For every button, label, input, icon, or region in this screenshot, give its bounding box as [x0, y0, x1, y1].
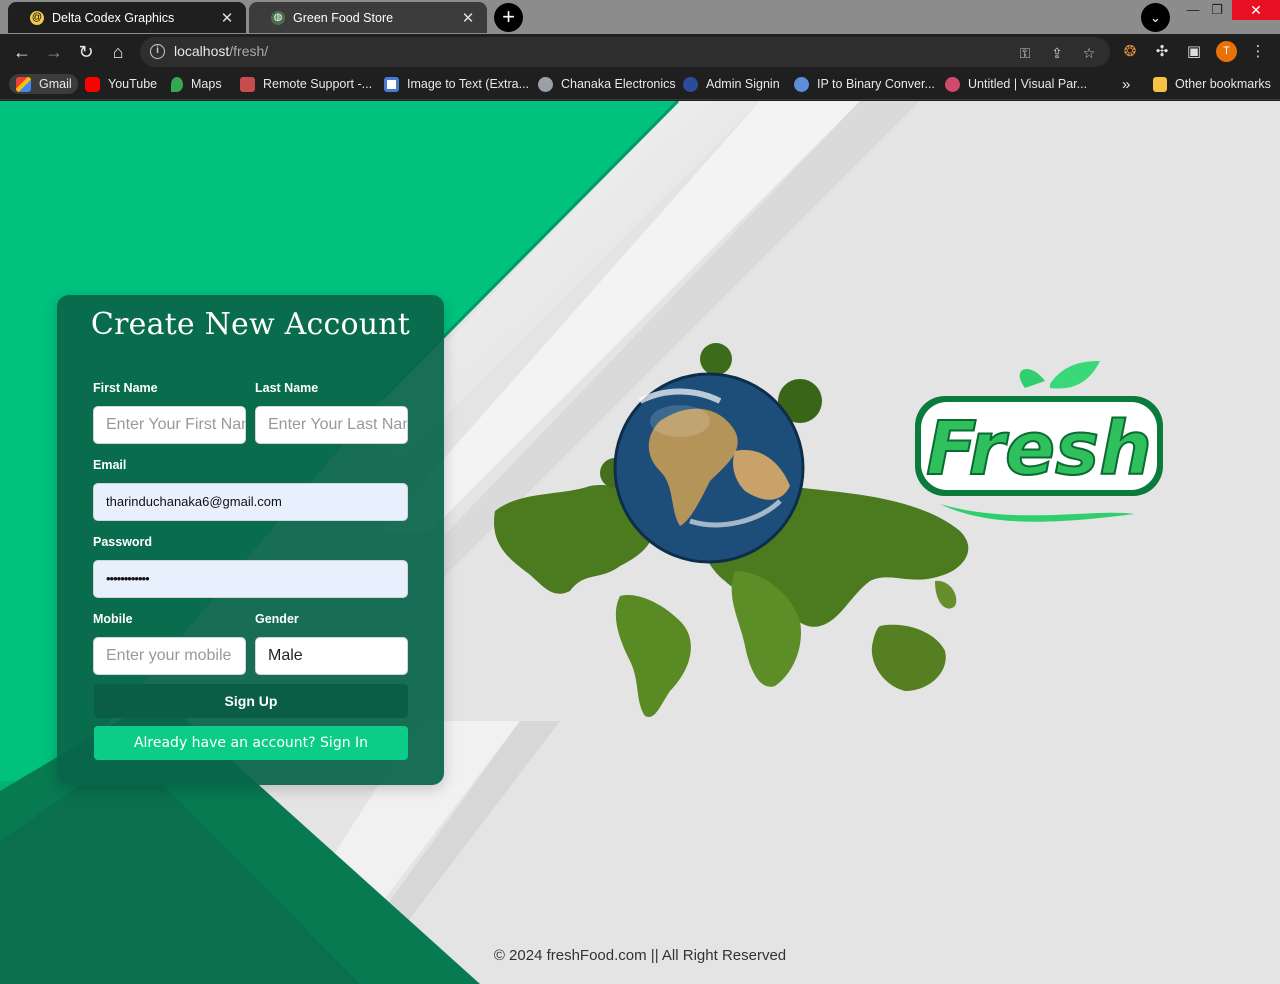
bookmark-label: Image to Text (Extra... [407, 77, 530, 91]
other-bookmarks[interactable]: Other bookmarks [1153, 74, 1271, 94]
gmail-icon [16, 76, 31, 92]
bookmark-label: YouTube [108, 77, 158, 91]
key-icon[interactable]: ⚿ [1016, 44, 1034, 62]
email-label: Email [93, 458, 127, 472]
tab-title: Delta Codex Graphics [52, 10, 175, 25]
bookmark-gmail[interactable]: Gmail [9, 74, 78, 94]
globe-icon [538, 76, 553, 92]
bookmark-admin-signin[interactable]: Admin Signin [683, 74, 780, 94]
tab-search-button[interactable]: ⌄ [1141, 3, 1170, 32]
bookmark-label: Maps [191, 77, 222, 91]
bookmarks-overflow-button[interactable]: » [1122, 74, 1130, 94]
page-viewport: Fresh Create New Account First Name Last… [0, 101, 1280, 984]
close-window-button[interactable]: ✕ [1232, 0, 1280, 20]
form-title: Create New Account [90, 307, 411, 342]
admin-icon [683, 76, 698, 92]
earth-globe-illustration [613, 372, 805, 564]
gender-label: Gender [255, 612, 299, 626]
menu-kebab-icon[interactable]: ⋮ [1247, 41, 1269, 63]
ip-binary-icon [794, 76, 809, 92]
delta-codex-favicon-icon: @ [30, 10, 44, 25]
tab-green-food-store[interactable]: ◍ Green Food Store ✕ [249, 2, 487, 33]
youtube-icon [85, 76, 100, 92]
bookmark-visual-paradigm[interactable]: Untitled | Visual Par... [945, 74, 1087, 94]
visual-paradigm-icon [945, 76, 960, 92]
signup-card: Create New Account First Name Last Name … [57, 295, 444, 785]
url-text[interactable]: localhost/fresh/ [174, 43, 268, 59]
bookmark-ip-to-binary[interactable]: IP to Binary Conver... [794, 74, 935, 94]
logo-swoosh-icon [940, 504, 1135, 522]
password-input[interactable]: •••••••••••• [93, 560, 408, 598]
bookmark-label: Admin Signin [706, 77, 780, 91]
bookmark-star-icon[interactable]: ☆ [1080, 44, 1098, 62]
logo-leaf-right-icon [1050, 361, 1100, 389]
mobile-label: Mobile [93, 612, 133, 626]
browser-toolbar: ← → ↻ ⌂ i localhost/fresh/ ⚿ ⇪ ☆ ❂ ✣ ▣ T… [0, 34, 1280, 69]
remote-support-icon [240, 76, 255, 92]
bookmark-image-to-text[interactable]: Image to Text (Extra... [384, 74, 529, 94]
last-name-input[interactable]: Enter Your Last Name [255, 406, 408, 444]
logo-leaf-left-icon [1019, 369, 1045, 388]
email-input[interactable]: tharinduchanaka6@gmail.com [93, 483, 408, 521]
bookmark-label: Chanaka Electronics [561, 77, 676, 91]
side-panel-icon[interactable]: ▣ [1183, 41, 1205, 63]
fresh-logo: Fresh [915, 361, 1163, 522]
image-to-text-icon [384, 76, 399, 92]
first-name-input[interactable]: Enter Your First Name [93, 406, 246, 444]
bookmark-remote-support[interactable]: Remote Support -... [240, 74, 372, 94]
bookmark-label: IP to Binary Conver... [817, 77, 935, 91]
sign-in-link-button[interactable]: Already have an account? Sign In [94, 726, 408, 760]
bookmarks-bar: Gmail YouTube Maps Remote Support -... I… [0, 69, 1280, 100]
bookmark-maps[interactable]: Maps [171, 74, 222, 94]
bookmark-youtube[interactable]: YouTube [85, 74, 157, 94]
address-bar[interactable]: i localhost/fresh/ ⚿ ⇪ ☆ [140, 37, 1110, 67]
footer-copyright: © 2024 freshFood.com || All Right Reserv… [493, 947, 787, 964]
extensions-puzzle-icon[interactable]: ✣ [1151, 41, 1173, 63]
tab-close-icon[interactable]: ✕ [218, 9, 236, 27]
profile-avatar[interactable]: T [1216, 41, 1237, 62]
other-bookmarks-label: Other bookmarks [1175, 77, 1271, 91]
bookmark-label: Remote Support -... [263, 77, 373, 91]
restore-button[interactable]: ❐ [1202, 0, 1232, 20]
first-name-label: First Name [93, 381, 158, 395]
password-label: Password [93, 535, 153, 549]
reload-button[interactable]: ↻ [73, 39, 99, 65]
extension-cookie-icon[interactable]: ❂ [1119, 41, 1141, 63]
globe-favicon-icon: ◍ [271, 10, 285, 25]
logo-text: Fresh [926, 406, 1152, 492]
forward-button[interactable]: → [41, 39, 67, 65]
bookmark-label: Untitled | Visual Par... [968, 77, 1088, 91]
mobile-input[interactable]: Enter your mobile [93, 637, 246, 675]
site-info-icon[interactable]: i [150, 44, 165, 59]
sign-up-button[interactable]: Sign Up [94, 684, 408, 718]
share-icon[interactable]: ⇪ [1048, 44, 1066, 62]
new-tab-button[interactable]: + [494, 3, 523, 32]
gender-select[interactable]: Male [255, 637, 408, 675]
url-path: /fresh/ [229, 43, 269, 59]
tab-strip: @ Delta Codex Graphics ✕ ◍ Green Food St… [0, 0, 1280, 34]
tab-title: Green Food Store [293, 10, 394, 25]
url-host: localhost [174, 43, 230, 59]
bookmark-chanaka-electronics[interactable]: Chanaka Electronics [538, 74, 676, 94]
tab-delta-codex[interactable]: @ Delta Codex Graphics ✕ [8, 2, 246, 33]
last-name-label: Last Name [255, 381, 319, 395]
bookmark-label: Gmail [39, 77, 72, 91]
folder-icon [1153, 76, 1167, 92]
maps-icon [171, 76, 183, 92]
tab-close-icon[interactable]: ✕ [459, 9, 477, 27]
home-button[interactable]: ⌂ [105, 39, 131, 65]
back-button[interactable]: ← [9, 39, 35, 65]
